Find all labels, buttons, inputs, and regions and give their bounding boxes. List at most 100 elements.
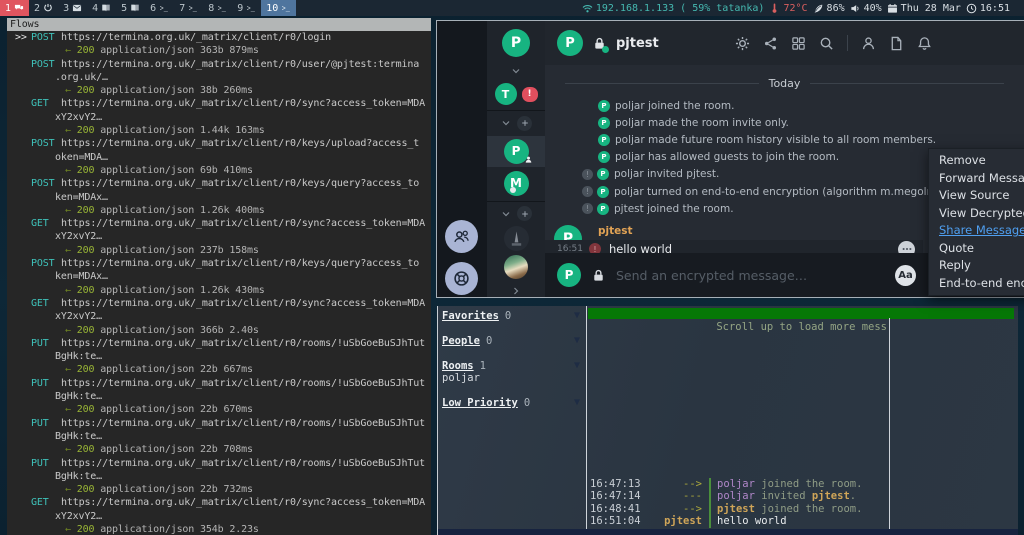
svg-text:>_: >_ <box>189 5 198 13</box>
people-button[interactable] <box>445 220 478 253</box>
section-count: 1 <box>480 360 486 372</box>
collapse-triangle-icon[interactable]: ▼ <box>574 310 580 321</box>
flow-url-continuation: xY2xvY2… <box>15 230 431 243</box>
flow-response: ← 200 application/json 22b 732ms <box>15 483 431 496</box>
flow-row[interactable]: GEThttps://termina.org.uk/_matrix/client… <box>15 217 431 230</box>
room-section-people: People0▼ <box>438 335 585 347</box>
flow-url-continuation: BgHk:te… <box>15 430 431 443</box>
header-share-icon[interactable] <box>763 34 778 52</box>
flow-row[interactable]: GEThttps://termina.org.uk/_matrix/client… <box>15 97 431 110</box>
svg-text:>_: >_ <box>218 5 227 13</box>
menu-item-share-message[interactable]: Share Message <box>929 222 1024 240</box>
format-button[interactable]: Aa <box>895 265 916 286</box>
section-label: Rooms <box>442 360 474 372</box>
collapse-triangle-icon[interactable]: ▼ <box>574 335 580 346</box>
add-room-button[interactable] <box>517 116 532 131</box>
workspace-5[interactable]: 5 <box>116 0 145 16</box>
flow-row[interactable]: POSThttps://termina.org.uk/_matrix/clien… <box>15 177 431 190</box>
section-header[interactable]: Rooms 1 ▼ <box>442 360 585 372</box>
status-battery-segment: 86% <box>813 2 845 15</box>
section-header[interactable]: Favorites0▼ <box>442 310 585 322</box>
chevron-right-icon[interactable] <box>510 285 522 297</box>
header-bell-icon[interactable] <box>917 34 932 52</box>
header-gear-icon[interactable] <box>735 34 750 52</box>
flow-row[interactable]: POSThttps://termina.org.uk/_matrix/clien… <box>15 58 431 71</box>
workspace-8[interactable]: 8>_ <box>203 0 232 16</box>
flow-row[interactable]: PUThttps://termina.org.uk/_matrix/client… <box>15 337 431 350</box>
event-avatar: P <box>597 186 609 198</box>
section-label: People <box>442 335 480 347</box>
workspace-1[interactable]: 1 <box>0 0 29 16</box>
avatar[interactable]: M <box>504 171 529 196</box>
room-avatar[interactable]: P <box>557 30 583 56</box>
menu-item-view-source[interactable]: View Source <box>929 187 1024 205</box>
clock-icon <box>966 2 977 15</box>
flow-response: ← 200 application/json 38b 260ms <box>15 84 431 97</box>
flow-row[interactable]: PUThttps://termina.org.uk/_matrix/client… <box>15 377 431 390</box>
terminal-matrix-window: Favorites0▼People0▼Rooms1▼poljarLow Prio… <box>437 306 1018 535</box>
message-options-button[interactable] <box>898 241 915 253</box>
flow-row[interactable]: PUThttps://termina.org.uk/_matrix/client… <box>15 457 431 470</box>
section-header[interactable]: People0▼ <box>442 335 585 347</box>
workspace-7[interactable]: 7 >_ <box>174 0 203 16</box>
thermometer-icon <box>769 2 780 15</box>
chevron-down-icon[interactable] <box>500 208 512 220</box>
flow-response: ← 200 application/json 1.26k 400ms <box>15 204 431 217</box>
flow-response: ← 200 application/json 69b 410ms <box>15 164 431 177</box>
header-search-icon[interactable] <box>819 34 834 52</box>
community-avatar-statue[interactable] <box>504 226 529 251</box>
room-entry[interactable]: M <box>504 171 529 196</box>
menu-item-end-to-end-encry[interactable]: End-to-end encry <box>929 275 1024 293</box>
settings-wheel-button[interactable] <box>445 262 478 295</box>
workspace-4[interactable]: 4 <box>87 0 116 16</box>
flow-response: ← 200 application/json 22b 667ms <box>15 363 431 376</box>
message-input[interactable]: Send an encrypted message… <box>616 268 807 283</box>
flow-row[interactable]: >>POSThttps://termina.org.uk/_matrix/cli… <box>15 31 431 44</box>
flow-row[interactable]: GEThttps://termina.org.uk/_matrix/client… <box>15 496 431 509</box>
collapse-triangle-icon[interactable]: ▼ <box>574 360 580 371</box>
direct-chat-entry[interactable]: T ! <box>495 83 538 105</box>
section-count: 0 <box>505 310 511 322</box>
chat-log: 16:47:13-->poljar joined the room.16:47:… <box>590 478 887 528</box>
workspace-number: 4 <box>92 3 98 14</box>
room-section-rooms: Rooms 1 ▼poljar <box>438 360 585 384</box>
flow-response: ← 200 application/json 1.26k 430ms <box>15 284 431 297</box>
menu-item-remove[interactable]: Remove <box>929 152 1024 170</box>
community-avatar-art[interactable] <box>504 255 528 279</box>
section-header[interactable]: Low Priority0▼ <box>442 397 585 409</box>
header-grid-icon[interactable] <box>791 34 806 52</box>
header-person-icon[interactable] <box>861 34 876 52</box>
selected-room-entry[interactable]: P <box>487 136 545 167</box>
message-row[interactable]: 16:51 ! hello world <box>545 240 923 253</box>
event-text: poljar made future room history visible … <box>615 134 936 146</box>
book-icon <box>101 3 111 14</box>
menu-item-forward-message[interactable]: Forward Message <box>929 170 1024 188</box>
menu-item-view-decrypted-s[interactable]: View Decrypted S <box>929 205 1024 223</box>
workspace-number: 7 <box>179 3 185 14</box>
flow-row[interactable]: GEThttps://termina.org.uk/_matrix/client… <box>15 297 431 310</box>
room-item[interactable]: poljar <box>442 372 585 384</box>
flow-list: >>POSThttps://termina.org.uk/_matrix/cli… <box>7 31 431 535</box>
flow-row[interactable]: POSThttps://termina.org.uk/_matrix/clien… <box>15 257 431 270</box>
status-text: Thu 28 Mar <box>901 3 961 14</box>
workspace-3[interactable]: 3 <box>58 0 87 16</box>
workspace-9[interactable]: 9>_ <box>232 0 261 16</box>
header-document-icon[interactable] <box>889 34 904 52</box>
chevron-down-icon[interactable] <box>500 117 512 129</box>
menu-item-reply[interactable]: Reply <box>929 257 1024 275</box>
flow-url-continuation: xY2xvY2… <box>15 310 431 323</box>
flow-row[interactable]: POSThttps://termina.org.uk/_matrix/clien… <box>15 137 431 150</box>
add-community-button[interactable] <box>517 206 532 221</box>
workspace-2[interactable]: 2 <box>29 0 58 16</box>
workspace-number: 6 <box>150 3 156 14</box>
flow-row[interactable]: PUThttps://termina.org.uk/_matrix/client… <box>15 417 431 430</box>
collapse-triangle-icon[interactable]: ▼ <box>574 397 580 408</box>
workspace-number: 5 <box>121 3 127 14</box>
account-avatar[interactable]: P <box>502 29 530 57</box>
avatar[interactable]: T <box>495 83 517 105</box>
chevron-down-icon[interactable] <box>510 65 522 77</box>
workspace-6[interactable]: 6>_ <box>145 0 174 16</box>
workspace-10[interactable]: 10>_ <box>261 0 296 16</box>
flow-response: ← 200 application/json 366b 2.40s <box>15 324 431 337</box>
menu-item-quote[interactable]: Quote <box>929 240 1024 258</box>
